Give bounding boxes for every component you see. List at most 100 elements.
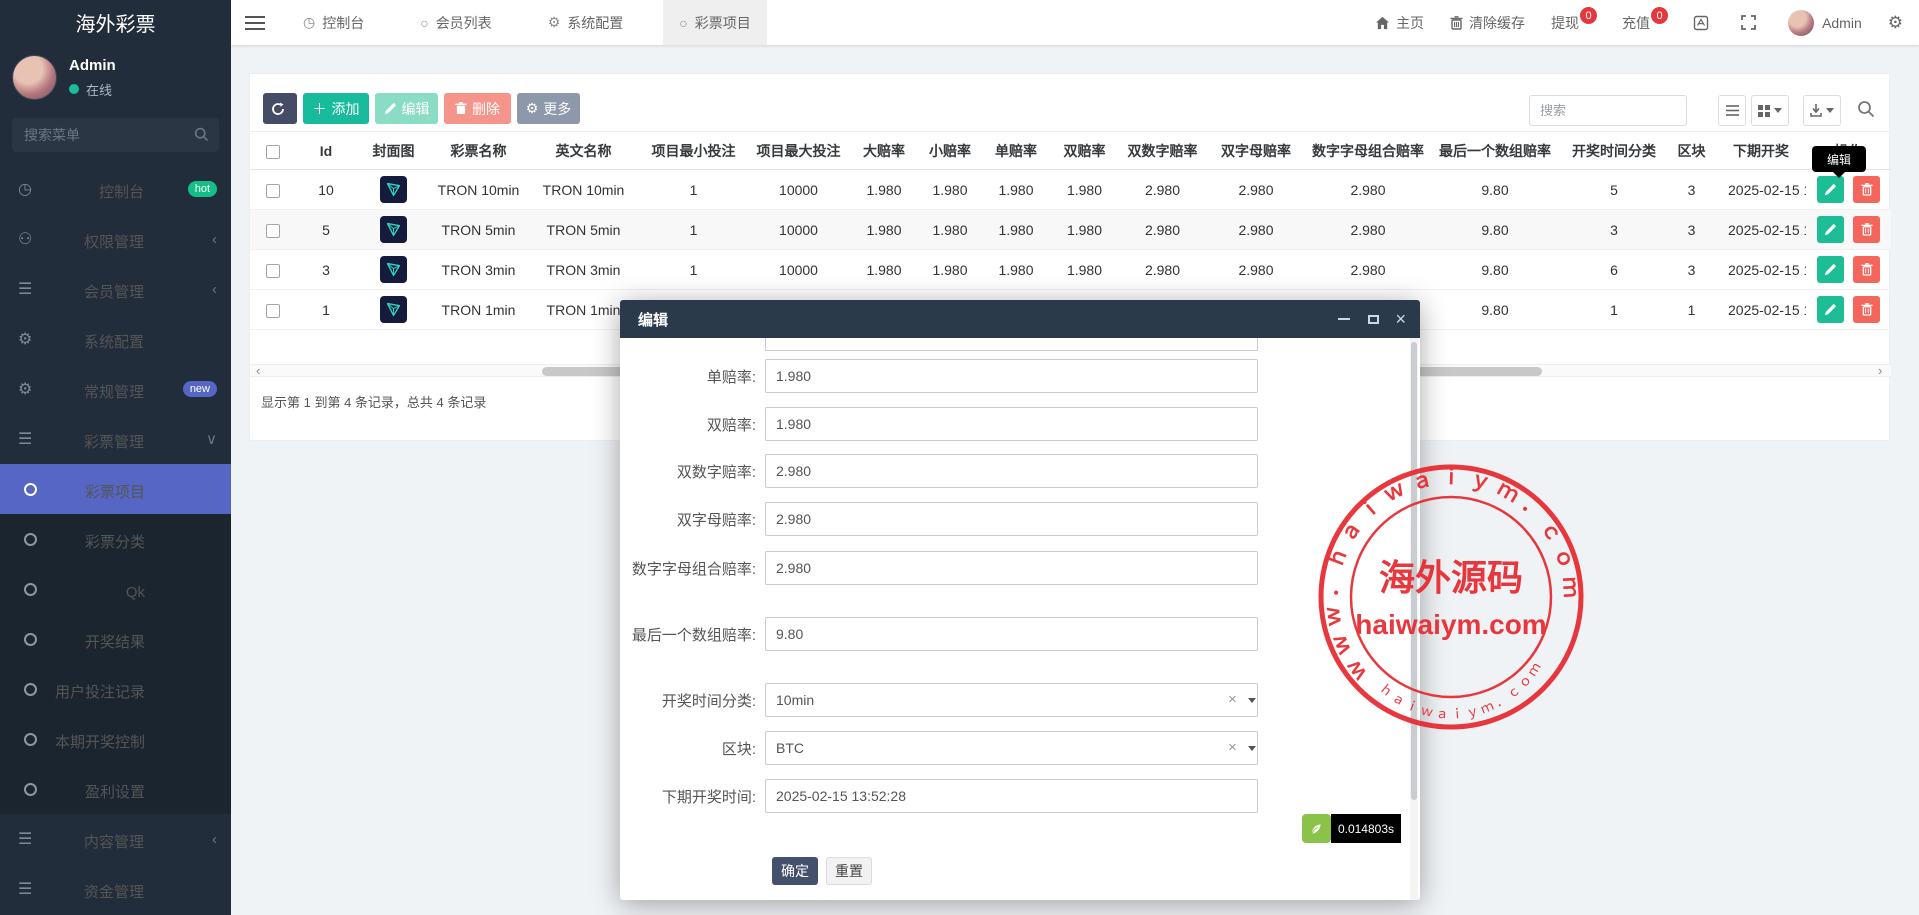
field-input[interactable] [765,407,1258,441]
reset-button[interactable]: 重置 [826,857,872,885]
row-edit-button[interactable] [1816,256,1844,283]
admin-menu[interactable]: Admin [1788,9,1862,36]
row-delete-button[interactable] [1853,216,1881,243]
row-delete-button[interactable] [1853,256,1881,283]
sidebar-subitem[interactable]: Qk [0,564,231,614]
column-header[interactable]: 项目最大投注 [746,131,851,170]
more-button[interactable]: ⚙ 更多 [517,93,580,124]
field-input[interactable] [765,359,1258,393]
modal-header[interactable]: 编辑 × [620,300,1420,338]
sidebar-subitem[interactable]: 彩票分类 [0,514,231,564]
sidebar-item[interactable]: ⚇ 权限管理 ‹ [0,214,231,264]
add-button[interactable]: ＋添加 [303,93,369,124]
topnav-tab[interactable]: ○ 会员列表 [404,0,507,45]
tron-logo-icon [386,222,401,237]
row-delete-button[interactable] [1853,296,1881,323]
topnav-tab[interactable]: ◷ 控制台 [287,0,380,45]
column-header[interactable]: 双赔率 [1049,131,1120,170]
settings-button[interactable]: ⚙ [1888,13,1903,33]
table-row[interactable]: 3 TRON 3min TRON 3min 1 10000 1.980 1.98… [250,249,1891,290]
edit-button[interactable]: 编辑 [375,93,438,124]
row-edit-button[interactable] [1816,216,1844,243]
topnav-tab[interactable]: ○ 彩票项目 [663,0,767,45]
field-input[interactable] [765,551,1258,585]
topnav-tab[interactable]: ⚙ 系统配置 [532,0,640,45]
clear-cache-link[interactable]: 清除缓存 [1450,13,1525,33]
column-header[interactable]: 封面图 [356,131,431,170]
column-header[interactable]: 最后一个数组赔率 [1429,131,1561,170]
column-header[interactable]: 英文名称 [526,131,641,170]
avatar[interactable] [12,55,57,100]
column-header[interactable]: Id [296,131,356,170]
clear-icon[interactable]: × [1228,739,1237,756]
row-checkbox[interactable] [266,303,280,318]
clear-icon[interactable]: × [1228,691,1237,708]
column-header[interactable]: 单赔率 [983,131,1049,170]
language-button[interactable] [1693,15,1715,31]
sidebar-subitem[interactable]: 开奖结果 [0,614,231,664]
field-input[interactable] [765,683,1258,717]
chevron-down-icon[interactable] [1248,746,1256,751]
table-row[interactable]: 5 TRON 5min TRON 5min 1 10000 1.980 1.98… [250,209,1891,250]
column-header[interactable]: 小赔率 [917,131,983,170]
row-delete-button[interactable] [1853,176,1881,203]
minimize-icon[interactable] [1338,318,1351,320]
field-input[interactable] [765,731,1258,765]
sidebar-subitem[interactable]: 盈利设置 [0,764,231,814]
row-checkbox[interactable] [266,263,280,278]
column-header[interactable]: 双数字赔率 [1120,131,1205,170]
scroll-right-icon[interactable]: › [1878,363,1882,378]
withdraw-link[interactable]: 提现 0 [1551,7,1598,33]
field-input[interactable] [765,617,1258,651]
sidebar-item[interactable]: ⚙ 常规管理 new [0,364,231,414]
search-toggle-button[interactable] [1857,100,1875,123]
table-search-input[interactable] [1529,95,1687,126]
sidebar-subitem[interactable]: 用户投注记录 [0,664,231,714]
confirm-button[interactable]: 确定 [772,857,818,885]
row-edit-button[interactable] [1816,296,1844,323]
export-button[interactable] [1803,95,1841,126]
sidebar-item[interactable]: ☰ 彩票管理 ∨ [0,414,231,464]
close-icon[interactable]: × [1395,310,1406,328]
column-header[interactable]: 数字字母组合赔率 [1307,131,1429,170]
chevron-down-icon[interactable] [1248,698,1256,703]
field-input[interactable] [765,502,1258,536]
field-input[interactable] [765,454,1258,488]
detail-view-button[interactable] [1718,95,1746,126]
sidebar-subitem[interactable]: 本期开奖控制 [0,714,231,764]
column-header[interactable]: 彩票名称 [431,131,526,170]
row-edit-button[interactable] [1816,176,1844,203]
select-all-checkbox[interactable] [266,144,280,159]
columns-button[interactable] [1751,95,1789,126]
hamburger-icon[interactable] [245,12,265,34]
column-header[interactable]: 下期开奖 [1716,131,1806,170]
column-header[interactable]: 大赔率 [851,131,917,170]
trash-icon [455,102,467,115]
delete-button[interactable]: 删除 [444,93,511,124]
select-all-header[interactable] [250,131,296,170]
column-header[interactable]: 项目最小投注 [641,131,746,170]
column-header[interactable]: 区块 [1667,131,1716,170]
modal-scrollbar-thumb[interactable] [1411,342,1417,800]
sidebar-item[interactable]: ⚙ 系统配置 [0,314,231,364]
table-row[interactable]: 10 TRON 10min TRON 10min 1 10000 1.980 1… [250,169,1891,210]
sidebar-item[interactable]: ☰ 资金管理 [0,864,231,914]
home-link[interactable]: 主页 [1375,13,1424,33]
column-header[interactable]: 开奖时间分类 [1561,131,1667,170]
row-checkbox[interactable] [266,183,280,198]
fullscreen-button[interactable] [1741,15,1762,30]
scroll-left-icon[interactable]: ‹ [256,363,260,378]
sidebar-item[interactable]: ☰ 内容管理 ‹ [0,814,231,864]
column-header[interactable]: 双字母赔率 [1205,131,1307,170]
maximize-icon[interactable] [1368,314,1380,324]
trace-leaf-icon[interactable] [1301,814,1331,843]
refresh-button[interactable] [263,93,297,124]
sidebar-search-input[interactable] [12,118,219,152]
sidebar-subitem[interactable]: 彩票项目 [0,464,231,514]
row-checkbox[interactable] [266,223,280,238]
field-input[interactable] [765,779,1258,813]
modal-scrollbar[interactable] [1410,338,1418,900]
sidebar-item[interactable]: ☰ 会员管理 ‹ [0,264,231,314]
sidebar-item[interactable]: ◷ 控制台 hot [0,164,231,214]
recharge-link[interactable]: 充值 0 [1622,7,1669,33]
